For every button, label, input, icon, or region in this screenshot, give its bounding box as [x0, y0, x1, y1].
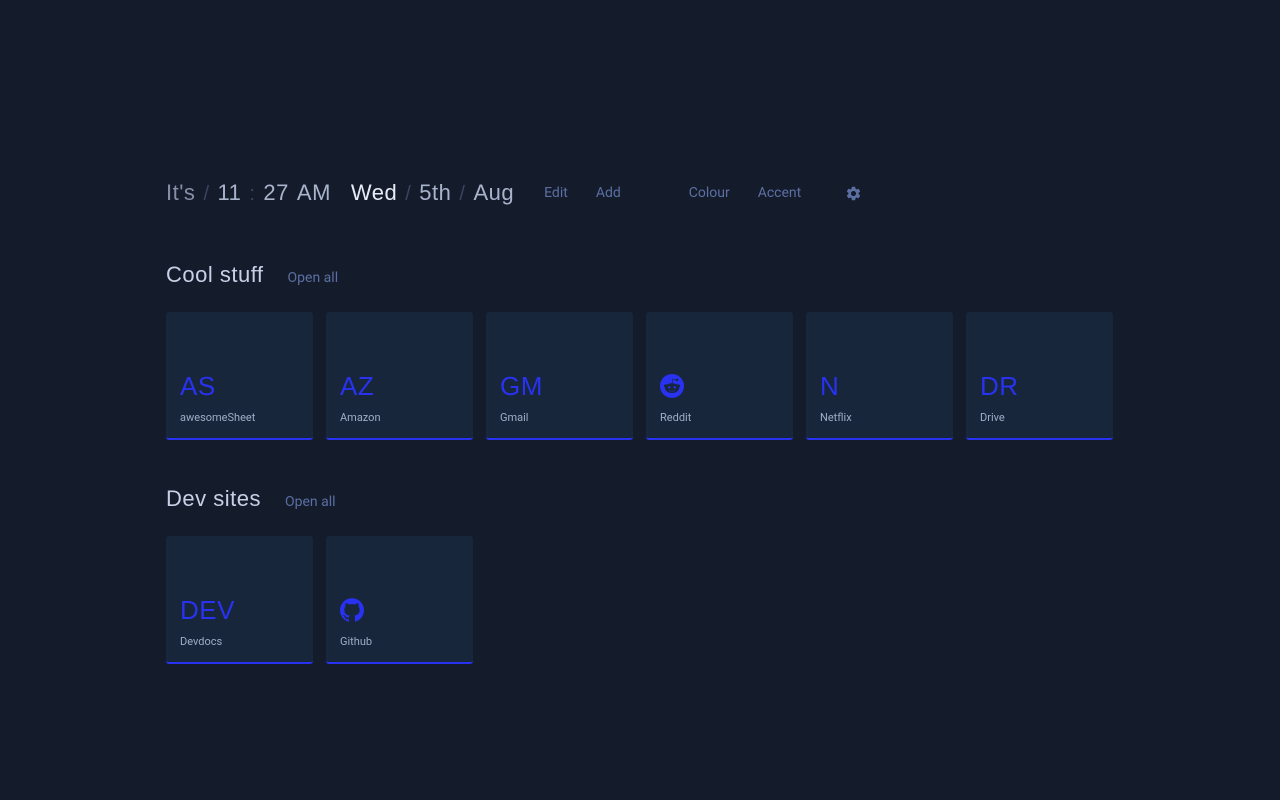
clock-sep: / [459, 183, 465, 206]
clock-sep: / [203, 183, 209, 206]
open-all-button[interactable]: Open all [288, 270, 339, 286]
colour-button[interactable]: Colour [689, 185, 730, 201]
tiles-row: DEV Devdocs Github [166, 536, 1114, 664]
bookmark-tile[interactable]: AS awesomeSheet [166, 312, 313, 440]
toolbar: Edit Add Colour Accent [544, 185, 862, 202]
reddit-icon [660, 374, 684, 398]
clock-sep: / [405, 183, 411, 206]
bookmark-tile[interactable]: DR Drive [966, 312, 1113, 440]
clock: It's / 11 : 27 AM Wed / 5th / Aug [166, 180, 514, 206]
clock-month: Aug [473, 180, 514, 206]
bookmark-tile[interactable]: Reddit [646, 312, 793, 440]
bookmark-tile[interactable]: N Netflix [806, 312, 953, 440]
tile-display [660, 371, 779, 401]
add-button[interactable]: Add [596, 185, 621, 201]
group-title: Dev sites [166, 486, 261, 512]
tile-label: Gmail [500, 411, 619, 424]
edit-button[interactable]: Edit [544, 185, 568, 201]
bookmark-tile[interactable]: GM Gmail [486, 312, 633, 440]
clock-sep: : [249, 183, 255, 206]
tile-label: Devdocs [180, 635, 299, 648]
tile-display: AZ [340, 371, 459, 401]
clock-weekday: Wed [351, 180, 397, 206]
group-header: Dev sites Open all [166, 486, 1114, 512]
bookmark-group: Cool stuff Open all AS awesomeSheet AZ Amazon… [166, 262, 1114, 440]
group-header: Cool stuff Open all [166, 262, 1114, 288]
clock-day: 5th [419, 180, 451, 206]
tile-label: Amazon [340, 411, 459, 424]
tile-label: Reddit [660, 411, 779, 424]
open-all-button[interactable]: Open all [285, 494, 336, 510]
tile-display: DEV [180, 595, 299, 625]
gear-icon[interactable] [845, 185, 862, 202]
bookmark-tile[interactable]: AZ Amazon [326, 312, 473, 440]
clock-prefix: It's [166, 180, 195, 206]
tile-display: DR [980, 371, 1099, 401]
accent-button[interactable]: Accent [758, 185, 802, 201]
bookmark-tile[interactable]: DEV Devdocs [166, 536, 313, 664]
group-title: Cool stuff [166, 262, 264, 288]
clock-minute: 27 [263, 180, 288, 206]
tile-display [340, 595, 459, 625]
tile-label: Github [340, 635, 459, 648]
github-icon [340, 598, 364, 622]
tiles-row: AS awesomeSheet AZ Amazon GM Gmail Reddit N Netf… [166, 312, 1114, 440]
tile-label: awesomeSheet [180, 411, 299, 424]
bookmark-group: Dev sites Open all DEV Devdocs Github [166, 486, 1114, 664]
clock-hour: 11 [218, 180, 242, 206]
tile-label: Netflix [820, 411, 939, 424]
tile-label: Drive [980, 411, 1099, 424]
header: It's / 11 : 27 AM Wed / 5th / Aug Edit A… [166, 180, 1114, 206]
tile-display: N [820, 371, 939, 401]
clock-meridiem: AM [297, 180, 331, 206]
tile-display: GM [500, 371, 619, 401]
tile-display: AS [180, 371, 299, 401]
bookmark-tile[interactable]: Github [326, 536, 473, 664]
